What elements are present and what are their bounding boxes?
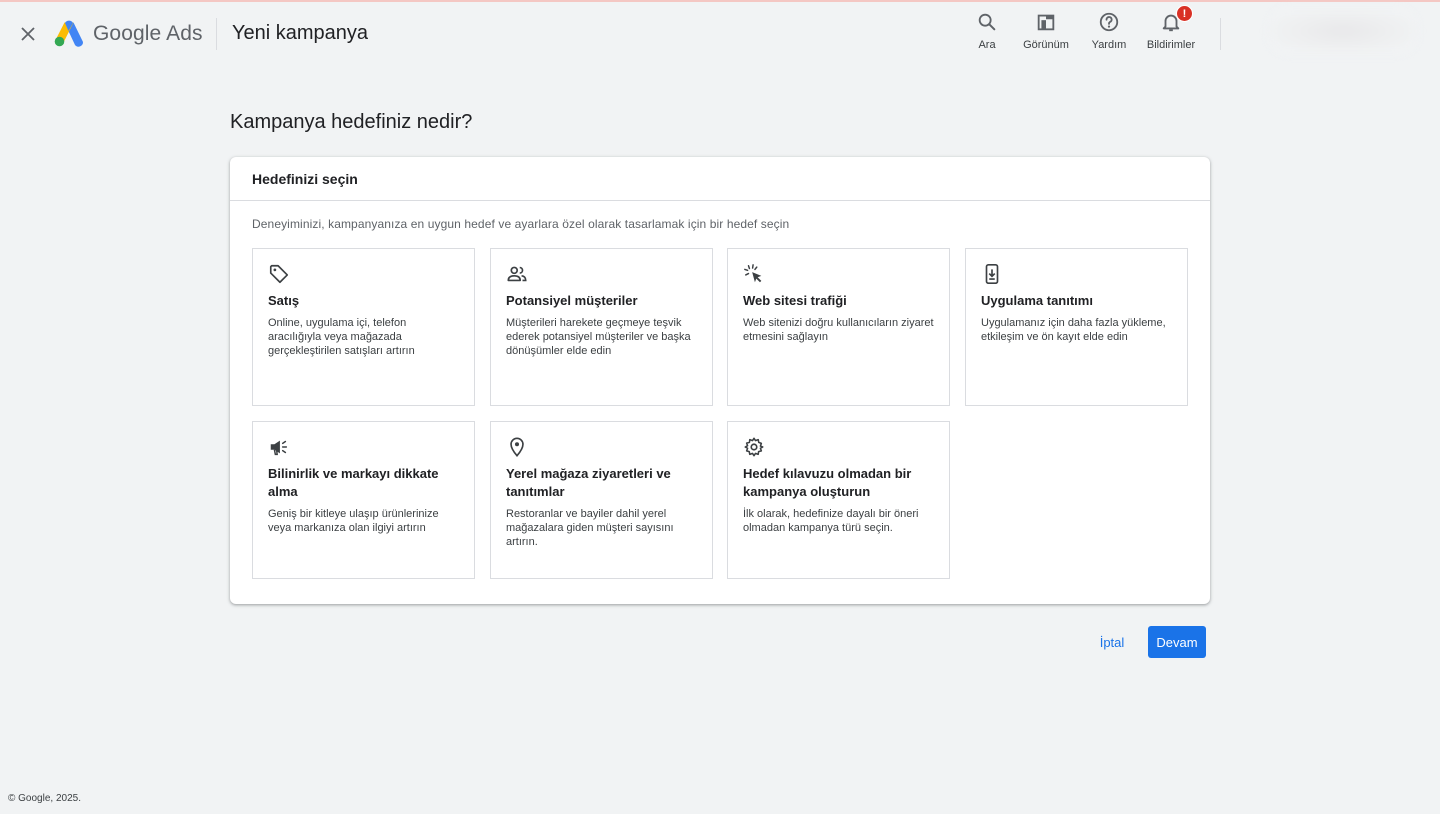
notification-badge: ! <box>1176 5 1193 22</box>
search-button[interactable]: Ara <box>955 10 1019 58</box>
megaphone-icon <box>270 440 288 456</box>
search-button-label: Ara <box>978 39 996 51</box>
search-icon <box>978 13 996 31</box>
help-button-label: Yardım <box>1091 39 1127 51</box>
card-title: Hedefinizi seçin <box>230 157 1210 201</box>
card-description: Deneyiminizi, kampanyanıza en uygun hede… <box>252 217 790 231</box>
goal-option-app-promotion[interactable]: Uygulama tanıtımı Uygulamanız için daha … <box>965 248 1188 406</box>
location-pin-icon <box>510 437 524 457</box>
goal-description: Online, uygulama içi, telefon aracılığıy… <box>268 317 415 357</box>
notifications-button-label: Bildirimler <box>1146 39 1196 51</box>
people-icon <box>507 266 527 282</box>
top-app-bar: Google Ads Yeni kampanya Ara Görünüm Yar… <box>0 0 1440 68</box>
google-ads-logo-icon <box>54 20 84 47</box>
goal-option-local-store-visits[interactable]: Yerel mağaza ziyaretleri ve tanıtımlar R… <box>490 421 713 579</box>
tag-icon <box>269 264 289 284</box>
goal-title: Satış <box>268 293 300 308</box>
help-icon <box>1099 12 1119 32</box>
gear-icon <box>744 437 764 457</box>
appearance-button-label: Görünüm <box>1023 39 1069 51</box>
appearance-button[interactable]: Görünüm <box>1014 10 1078 58</box>
continue-button[interactable]: Devam <box>1148 626 1206 658</box>
goal-description: Geniş bir kitleye ulaşıp ürünlerinize ve… <box>268 508 439 534</box>
footer-copyright: © Google, 2025. <box>8 793 81 804</box>
brand-divider <box>216 18 217 50</box>
goal-description: İlk olarak, hedefinize dayalı bir öneri … <box>743 508 919 534</box>
goal-title: Yerel mağaza ziyaretleri ve tanıtımlar <box>506 466 671 499</box>
goal-title: Web sitesi trafiği <box>743 293 847 308</box>
notifications-button[interactable]: ! Bildirimler <box>1139 5 1203 58</box>
page-title: Yeni kampanya <box>232 22 369 44</box>
close-icon <box>21 27 35 41</box>
goal-option-website-traffic[interactable]: Web sitesi trafiği Web sitenizi doğru ku… <box>727 248 950 406</box>
account-area-blurred[interactable] <box>1268 8 1418 54</box>
goal-option-awareness[interactable]: Bilinirlik ve markayı dikkate alma Geniş… <box>252 421 475 579</box>
goal-description: Web sitenizi doğru kullanıcıların ziyare… <box>743 317 934 343</box>
goal-title: Hedef kılavuzu olmadan bir kampanya oluş… <box>743 466 912 499</box>
goal-title: Uygulama tanıtımı <box>981 293 1093 308</box>
goal-title: Bilinirlik ve markayı dikkate alma <box>268 466 439 499</box>
goal-description: Müşterileri harekete geçmeye teşvik eder… <box>506 317 691 357</box>
close-button[interactable] <box>16 22 40 46</box>
help-button[interactable]: Yardım <box>1077 10 1141 58</box>
header-divider <box>1220 18 1221 50</box>
cursor-click-icon <box>744 264 762 283</box>
goal-option-leads[interactable]: Potansiyel müşteriler Müşterileri hareke… <box>490 248 713 406</box>
goal-question-heading: Kampanya hedefiniz nedir? <box>230 111 473 133</box>
goal-option-sales[interactable]: Satış Online, uygulama içi, telefon arac… <box>252 248 475 406</box>
appearance-icon <box>1037 14 1055 31</box>
goal-selection-card: Hedefinizi seçin Deneyiminizi, kampanyan… <box>230 157 1210 604</box>
cancel-button[interactable]: İptal <box>1090 626 1134 658</box>
goal-title: Potansiyel müşteriler <box>506 293 638 308</box>
goal-description: Uygulamanız için daha fazla yükleme, etk… <box>981 317 1166 343</box>
phone-download-icon <box>985 264 999 284</box>
brand-name: Google Ads <box>93 22 203 45</box>
goal-description: Restoranlar ve bayiler dahil yerel mağaz… <box>506 508 674 548</box>
goal-option-no-guidance[interactable]: Hedef kılavuzu olmadan bir kampanya oluş… <box>727 421 950 579</box>
